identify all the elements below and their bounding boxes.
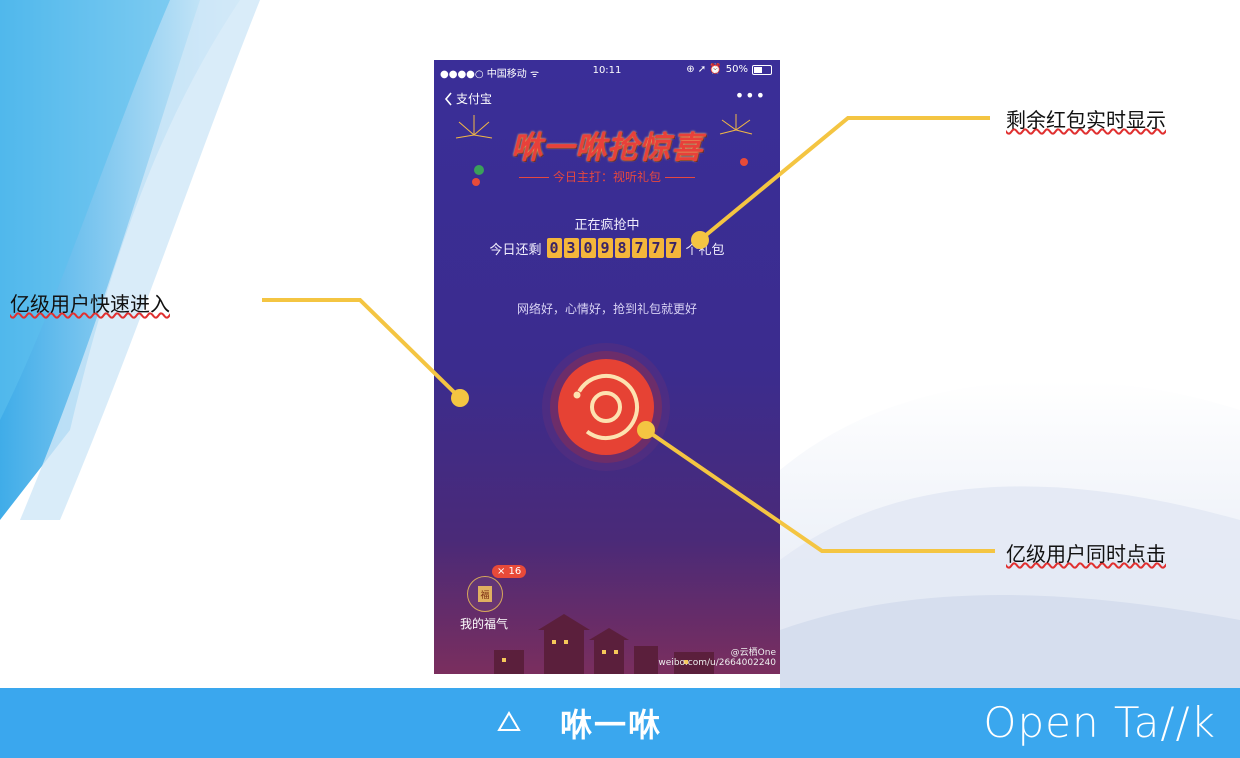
bottom-bar: 咻一咻 Open Ta//k: [0, 688, 1240, 758]
callout-realtime: 剩余红包实时显示: [1006, 108, 1166, 132]
triangle-icon: [497, 711, 521, 731]
callout-enter: 亿级用户快速进入: [10, 292, 170, 316]
brand-logo: Open Ta//k: [983, 698, 1216, 747]
bottom-title: 咻一咻: [560, 706, 663, 744]
callout-click: 亿级用户同时点击: [1006, 542, 1166, 566]
